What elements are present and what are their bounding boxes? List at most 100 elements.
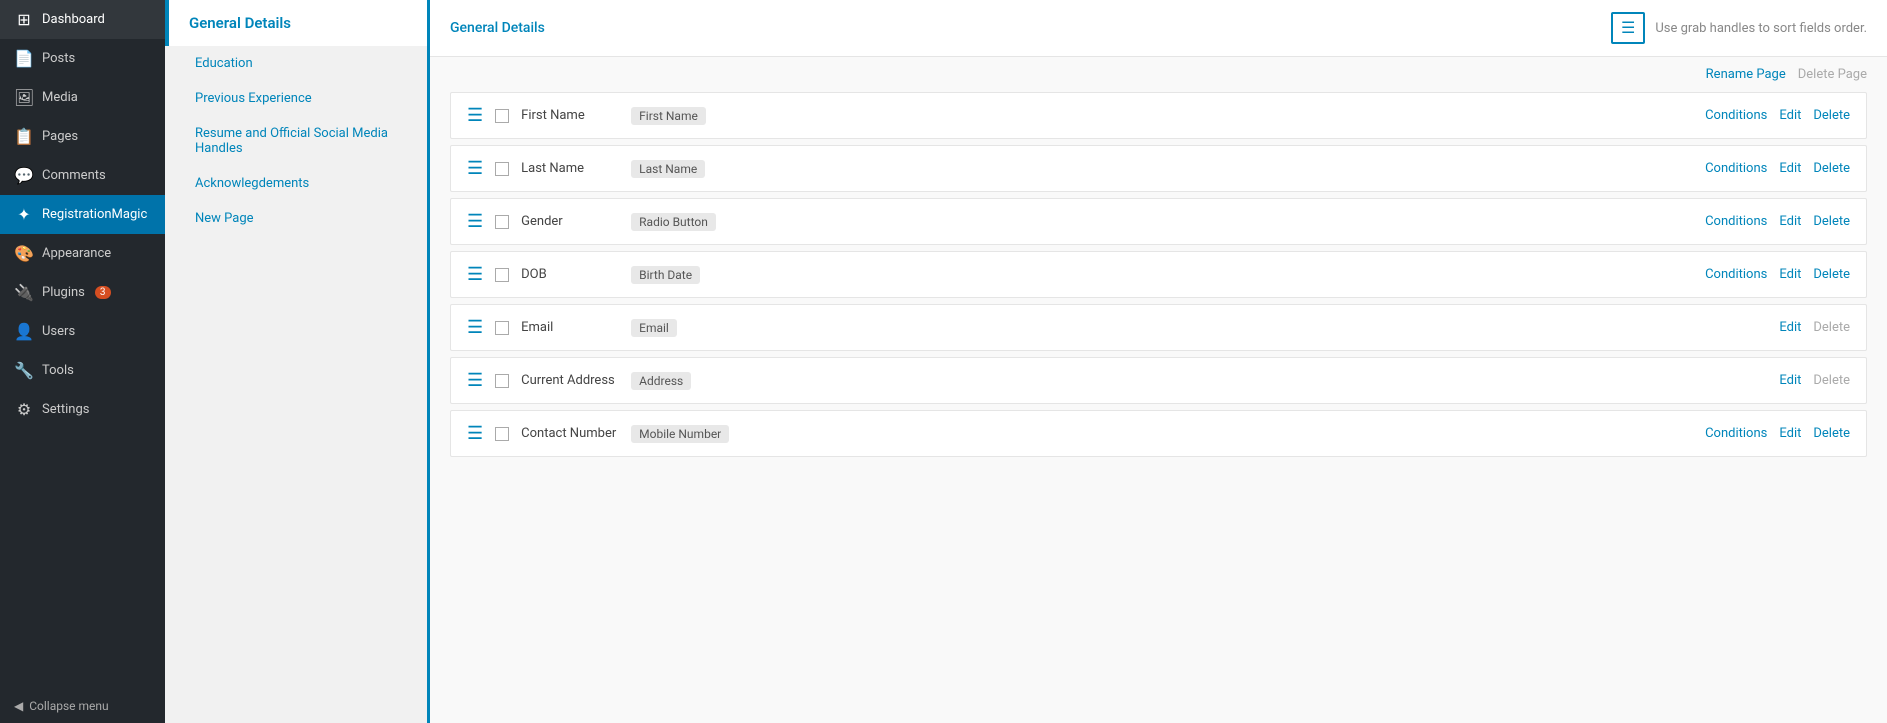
field-name-dob: DOB xyxy=(521,267,621,282)
edit-link-contact-number[interactable]: Edit xyxy=(1779,426,1801,441)
registrationmagic-label: RegistrationMagic xyxy=(42,207,147,222)
pages-icon: 📋 xyxy=(14,127,34,146)
plugins-label: Plugins xyxy=(42,285,85,300)
drag-handle-icon[interactable]: ☰ xyxy=(467,158,483,179)
conditions-link-last-name[interactable]: Conditions xyxy=(1705,161,1767,176)
checkbox-gender[interactable] xyxy=(495,215,509,229)
section-previous-experience[interactable]: Previous Experience xyxy=(165,81,427,116)
drag-handle-icon[interactable]: ☰ xyxy=(467,264,483,285)
delete-link-last-name[interactable]: Delete xyxy=(1813,161,1850,176)
fields-list: ☰ First Name First Name Conditions Edit Delet… xyxy=(430,92,1887,483)
field-badge-gender: Radio Button xyxy=(631,213,716,231)
tools-label: Tools xyxy=(42,363,74,378)
sidebar-item-appearance[interactable]: 🎨Appearance xyxy=(0,234,165,273)
edit-link-email[interactable]: Edit xyxy=(1779,320,1801,335)
sidebar-item-pages[interactable]: 📋 Pages xyxy=(0,117,165,156)
conditions-link-first-name[interactable]: Conditions xyxy=(1705,108,1767,123)
field-badge-email: Email xyxy=(631,319,677,337)
section-education[interactable]: Education xyxy=(165,46,427,81)
section-new-page[interactable]: New Page xyxy=(165,201,427,236)
plugins-icon: 🔌 xyxy=(14,283,34,302)
conditions-link-dob[interactable]: Conditions xyxy=(1705,267,1767,282)
table-row: ☰Last NameLast NameConditionsEditDelete xyxy=(450,145,1867,192)
field-name-contact-number: Contact Number xyxy=(521,426,621,441)
pages-label: Pages xyxy=(42,129,78,144)
delete-link-email[interactable]: Delete xyxy=(1813,320,1850,335)
delete-link-first-name[interactable]: Delete xyxy=(1813,108,1850,123)
field-name-gender: Gender xyxy=(521,214,621,229)
field-badge-first-name: First Name xyxy=(631,107,706,125)
field-badge-contact-number: Mobile Number xyxy=(631,425,729,443)
field-actions-dob: Conditions Edit Delete xyxy=(1705,267,1850,282)
sidebar-item-comments[interactable]: 💬Comments xyxy=(0,156,165,195)
checkbox-contact-number[interactable] xyxy=(495,427,509,441)
sidebar-item-registrationmagic[interactable]: ✦RegistrationMagic xyxy=(0,195,165,234)
content-panel: General Details ☰ Use grab handles to so… xyxy=(430,0,1887,723)
rename-page-link[interactable]: Rename Page xyxy=(1706,67,1786,82)
dashboard-label: Dashboard xyxy=(42,12,105,27)
checkbox-email[interactable] xyxy=(495,321,509,335)
field-name-last-name: Last Name xyxy=(521,161,621,176)
delete-page-link[interactable]: Delete Page xyxy=(1798,67,1867,82)
comments-icon: 💬 xyxy=(14,166,34,185)
conditions-link-gender[interactable]: Conditions xyxy=(1705,214,1767,229)
delete-link-gender[interactable]: Delete xyxy=(1813,214,1850,229)
users-icon: 👤 xyxy=(14,322,34,341)
sort-hint: Use grab handles to sort fields order. xyxy=(1655,21,1867,36)
table-row: ☰ Email Email Edit Delete xyxy=(450,304,1867,351)
field-actions-email: Edit Delete xyxy=(1779,320,1850,335)
field-actions-current-address: Edit Delete xyxy=(1779,373,1850,388)
collapse-label: Collapse menu xyxy=(29,699,108,713)
field-name-email: Email xyxy=(521,320,621,335)
active-section[interactable]: General Details xyxy=(165,0,427,46)
table-row: ☰Current AddressAddressEditDelete xyxy=(450,357,1867,404)
section-resume[interactable]: Resume and Official Social Media Handles xyxy=(165,116,427,166)
collapse-menu[interactable]: ◀Collapse menu xyxy=(0,689,165,723)
table-row: ☰ Gender Radio Button Conditions Edit Delete xyxy=(450,198,1867,245)
sort-button[interactable]: ☰ xyxy=(1611,12,1645,44)
sidebar-item-dashboard[interactable]: ⊞ Dashboard xyxy=(0,0,165,39)
main-content: General DetailsEducationPrevious Experie… xyxy=(165,0,1887,723)
edit-link-current-address[interactable]: Edit xyxy=(1779,373,1801,388)
dashboard-icon: ⊞ xyxy=(14,10,34,29)
users-label: Users xyxy=(42,324,75,339)
field-name-current-address: Current Address xyxy=(521,373,621,388)
drag-handle-icon[interactable]: ☰ xyxy=(467,423,483,444)
edit-link-first-name[interactable]: Edit xyxy=(1779,108,1801,123)
sidebar-item-media[interactable]: 🖼 Media xyxy=(0,78,165,117)
section-acknowlegdements[interactable]: Acknowlegdements xyxy=(165,166,427,201)
posts-icon: 📄 xyxy=(14,49,34,68)
plugins-badge: 3 xyxy=(95,286,111,299)
checkbox-first-name[interactable] xyxy=(495,109,509,123)
sidebar-item-tools[interactable]: 🔧 Tools xyxy=(0,351,165,390)
delete-link-contact-number[interactable]: Delete xyxy=(1813,426,1850,441)
field-actions-last-name: Conditions Edit Delete xyxy=(1705,161,1850,176)
table-row: ☰ Contact Number Mobile Number Conditions Ed… xyxy=(450,410,1867,457)
sidebar-item-plugins[interactable]: 🔌 Plugins 3 xyxy=(0,273,165,312)
delete-link-current-address[interactable]: Delete xyxy=(1813,373,1850,388)
media-label: Media xyxy=(42,90,78,105)
drag-handle-icon[interactable]: ☰ xyxy=(467,317,483,338)
sidebar-item-posts[interactable]: 📄Posts xyxy=(0,39,165,78)
checkbox-current-address[interactable] xyxy=(495,374,509,388)
media-icon: 🖼 xyxy=(14,88,34,107)
checkbox-last-name[interactable] xyxy=(495,162,509,176)
drag-handle-icon[interactable]: ☰ xyxy=(467,105,483,126)
table-row: ☰ DOB Birth Date Conditions Edit Delete xyxy=(450,251,1867,298)
sidebar-item-users[interactable]: 👤 Users xyxy=(0,312,165,351)
topbar-right: ☰ Use grab handles to sort fields order. xyxy=(1611,12,1867,44)
edit-link-last-name[interactable]: Edit xyxy=(1779,161,1801,176)
settings-label: Settings xyxy=(42,402,89,417)
edit-link-gender[interactable]: Edit xyxy=(1779,214,1801,229)
tools-icon: 🔧 xyxy=(14,361,34,380)
checkbox-dob[interactable] xyxy=(495,268,509,282)
drag-handle-icon[interactable]: ☰ xyxy=(467,211,483,232)
field-badge-dob: Birth Date xyxy=(631,266,700,284)
table-row: ☰ First Name First Name Conditions Edit Delet… xyxy=(450,92,1867,139)
conditions-link-contact-number[interactable]: Conditions xyxy=(1705,426,1767,441)
drag-handle-icon[interactable]: ☰ xyxy=(467,370,483,391)
edit-link-dob[interactable]: Edit xyxy=(1779,267,1801,282)
delete-link-dob[interactable]: Delete xyxy=(1813,267,1850,282)
field-name-first-name: First Name xyxy=(521,108,621,123)
sidebar-item-settings[interactable]: ⚙Settings xyxy=(0,390,165,429)
